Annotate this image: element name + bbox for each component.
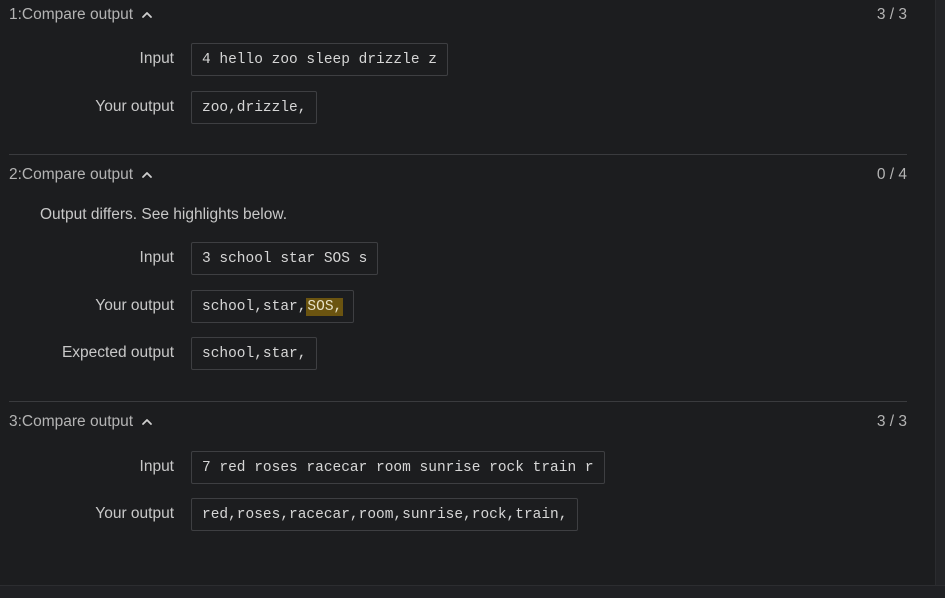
- test-3-score: 3 / 3: [876, 413, 907, 430]
- expected-output-value: school,star,: [191, 337, 318, 370]
- your-output-matching-text: school,star,: [202, 298, 307, 315]
- your-output-value: red,roses,racecar,room,sunrise,rock,trai…: [191, 498, 579, 531]
- results-panel: 1:Compare output 3 / 3 Input 4 hello zoo…: [0, 0, 936, 585]
- test-section-2: 2:Compare output 0 / 4 Output differs. S…: [0, 165, 907, 375]
- input-label: Input: [139, 50, 174, 67]
- test-3-toggle[interactable]: 3:Compare output: [9, 412, 153, 432]
- test-2-input-row: Input 3 school star SOS s: [0, 242, 907, 275]
- diff-message: Output differs. See highlights below.: [40, 206, 288, 223]
- input-value: 3 school star SOS s: [191, 242, 379, 275]
- bottom-strip: [0, 585, 945, 598]
- input-label: Input: [139, 249, 174, 266]
- chevron-up-icon: [142, 419, 152, 425]
- your-output-label: Your output: [95, 297, 174, 314]
- test-3-input-row: Input 7 red roses racecar room sunrise r…: [0, 451, 907, 484]
- divider: [9, 154, 907, 155]
- test-1-your-output-row: Your output zoo,drizzle,: [0, 91, 907, 124]
- test-1-title: 1:Compare output: [9, 6, 134, 23]
- test-2-score: 0 / 4: [876, 166, 907, 183]
- test-3-title: 3:Compare output: [9, 413, 134, 430]
- input-value: 4 hello zoo sleep drizzle z: [191, 43, 448, 76]
- input-label: Input: [139, 458, 174, 475]
- your-output-label: Your output: [95, 98, 174, 115]
- test-1-input-row: Input 4 hello zoo sleep drizzle z: [0, 43, 907, 76]
- your-output-value: zoo,drizzle,: [191, 91, 318, 124]
- expected-output-label: Expected output: [61, 344, 174, 361]
- scrollbar[interactable]: [935, 0, 945, 585]
- diff-highlight: SOS,: [306, 297, 344, 316]
- test-2-expected-output-row: Expected output school,star,: [0, 337, 907, 370]
- your-output-value: school,star, SOS,: [191, 290, 355, 323]
- test-1-score: 3 / 3: [876, 6, 907, 23]
- divider: [9, 401, 907, 402]
- chevron-up-icon: [142, 172, 152, 178]
- test-3-your-output-row: Your output red,roses,racecar,room,sunri…: [0, 498, 907, 531]
- test-section-1: 1:Compare output 3 / 3 Input 4 hello zoo…: [0, 5, 907, 125]
- test-1-toggle[interactable]: 1:Compare output: [9, 5, 153, 25]
- input-value: 7 red roses racecar room sunrise rock tr…: [191, 451, 605, 484]
- chevron-up-icon: [142, 12, 152, 18]
- test-2-toggle[interactable]: 2:Compare output: [9, 165, 153, 185]
- test-2-title: 2:Compare output: [9, 166, 134, 183]
- your-output-label: Your output: [95, 505, 174, 522]
- test-section-3: 3:Compare output 3 / 3 Input 7 red roses…: [0, 412, 907, 542]
- test-2-your-output-row: Your output school,star, SOS,: [0, 290, 907, 323]
- page: 1:Compare output 3 / 3 Input 4 hello zoo…: [0, 0, 945, 598]
